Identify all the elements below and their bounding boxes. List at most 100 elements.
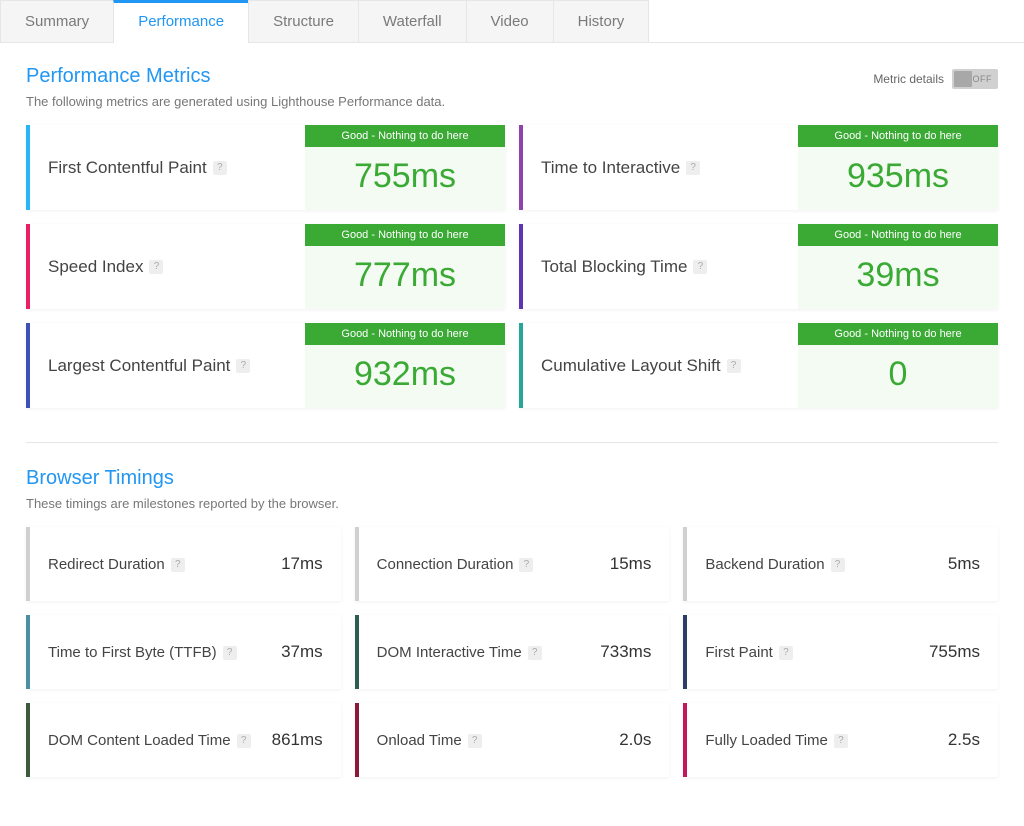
timing-label: DOM Interactive Time? — [377, 644, 591, 661]
toggle-state-text: OFF — [973, 74, 997, 84]
help-icon[interactable]: ? — [468, 734, 482, 748]
metric-card: Cumulative Layout Shift? Good - Nothing t… — [519, 323, 998, 408]
help-icon[interactable]: ? — [727, 359, 741, 373]
metric-status-badge: Good - Nothing to do here — [798, 125, 998, 147]
timing-label: First Paint? — [705, 644, 919, 661]
timing-label: Fully Loaded Time? — [705, 732, 938, 749]
metric-value-box: Good - Nothing to do here935ms — [798, 125, 998, 210]
metric-label-text: First Contentful Paint — [48, 158, 207, 178]
timing-card: Connection Duration?15ms — [355, 527, 670, 601]
metric-value: 39ms — [798, 246, 998, 309]
help-icon[interactable]: ? — [213, 161, 227, 175]
metric-label-text: Cumulative Layout Shift — [541, 356, 721, 376]
timing-card: Fully Loaded Time? 2.5s — [683, 703, 998, 777]
help-icon[interactable]: ? — [686, 161, 700, 175]
timing-label: Connection Duration? — [377, 556, 600, 573]
help-icon[interactable]: ? — [779, 646, 793, 660]
performance-metrics-grid: First Contentful Paint?Good - Nothing to… — [26, 125, 998, 408]
metric-label-text: Time to Interactive — [541, 158, 680, 178]
metric-label: Largest Contentful Paint? — [30, 323, 305, 408]
timing-label-text: First Paint — [705, 644, 773, 661]
timing-label-text: Time to First Byte (TTFB) — [48, 644, 217, 661]
help-icon[interactable]: ? — [149, 260, 163, 274]
help-icon[interactable]: ? — [236, 359, 250, 373]
metric-value: 932ms — [305, 345, 505, 408]
performance-metrics-title: Performance Metrics — [26, 65, 445, 88]
timing-card: Time to First Byte (TTFB)? 37ms — [26, 615, 341, 689]
metric-label-text: Largest Contentful Paint — [48, 356, 230, 376]
timing-label: Time to First Byte (TTFB)? — [48, 644, 271, 661]
timing-value: 2.5s — [948, 730, 980, 750]
metric-value-box: Good - Nothing to do here777ms — [305, 224, 505, 309]
metric-label: Total Blocking Time? — [523, 224, 798, 309]
metric-value-box: Good - Nothing to do here0 — [798, 323, 998, 408]
timing-label-text: Fully Loaded Time — [705, 732, 828, 749]
metric-value-box: Good - Nothing to do here932ms — [305, 323, 505, 408]
tab-history[interactable]: History — [553, 0, 650, 42]
help-icon[interactable]: ? — [237, 734, 251, 748]
timing-value: 17ms — [281, 554, 323, 574]
metric-value-box: Good - Nothing to do here39ms — [798, 224, 998, 309]
timing-value: 861ms — [272, 730, 323, 750]
timing-value: 5ms — [948, 554, 980, 574]
metric-details-toggle-label: Metric details — [873, 72, 944, 86]
timing-label-text: Backend Duration — [705, 556, 824, 573]
metric-label: First Contentful Paint? — [30, 125, 305, 210]
metric-card: Largest Contentful Paint?Good - Nothing … — [26, 323, 505, 408]
timing-label: DOM Content Loaded Time? — [48, 732, 262, 749]
browser-timings-grid: Redirect Duration? 17ms Connection Duratio… — [26, 527, 998, 777]
timing-label-text: Redirect Duration — [48, 556, 165, 573]
tab-waterfall[interactable]: Waterfall — [358, 0, 466, 42]
metric-card: Time to Interactive?Good - Nothing to do… — [519, 125, 998, 210]
timing-value: 2.0s — [619, 730, 651, 750]
timing-value: 733ms — [600, 642, 651, 662]
help-icon[interactable]: ? — [171, 558, 185, 572]
help-icon[interactable]: ? — [834, 734, 848, 748]
help-icon[interactable]: ? — [693, 260, 707, 274]
help-icon[interactable]: ? — [528, 646, 542, 660]
metric-status-badge: Good - Nothing to do here — [798, 224, 998, 246]
metric-value: 0 — [798, 345, 998, 408]
tab-summary[interactable]: Summary — [0, 0, 113, 42]
tab-structure[interactable]: Structure — [248, 0, 358, 42]
tabs-bar: Summary Performance Structure Waterfall … — [0, 0, 1024, 43]
metric-status-badge: Good - Nothing to do here — [305, 125, 505, 147]
metric-label-text: Total Blocking Time — [541, 257, 687, 277]
help-icon[interactable]: ? — [519, 558, 533, 572]
metric-card: Speed Index?Good - Nothing to do here777… — [26, 224, 505, 309]
browser-timings-subtitle: These timings are milestones reported by… — [26, 496, 998, 511]
tab-performance[interactable]: Performance — [113, 0, 248, 42]
help-icon[interactable]: ? — [831, 558, 845, 572]
browser-timings-title: Browser Timings — [26, 467, 998, 490]
metric-value: 935ms — [798, 147, 998, 210]
toggle-knob — [954, 71, 972, 87]
metric-details-toggle-wrap: Metric details OFF — [873, 69, 998, 89]
timing-label: Onload Time? — [377, 732, 610, 749]
help-icon[interactable]: ? — [223, 646, 237, 660]
metric-value-box: Good - Nothing to do here755ms — [305, 125, 505, 210]
timing-label: Redirect Duration? — [48, 556, 271, 573]
metric-card: Total Blocking Time?Good - Nothing to do… — [519, 224, 998, 309]
timing-label-text: DOM Content Loaded Time — [48, 732, 231, 749]
timing-card: DOM Interactive Time? 733ms — [355, 615, 670, 689]
metric-label: Time to Interactive? — [523, 125, 798, 210]
timing-label: Backend Duration? — [705, 556, 938, 573]
timing-value: 37ms — [281, 642, 323, 662]
timing-card: Onload Time? 2.0s — [355, 703, 670, 777]
metric-value: 755ms — [305, 147, 505, 210]
section-divider — [26, 442, 998, 443]
metric-status-badge: Good - Nothing to do here — [305, 224, 505, 246]
timing-label-text: Onload Time — [377, 732, 462, 749]
timing-card: DOM Content Loaded Time? 861ms — [26, 703, 341, 777]
tab-video[interactable]: Video — [466, 0, 553, 42]
metric-status-badge: Good - Nothing to do here — [305, 323, 505, 345]
metric-value: 777ms — [305, 246, 505, 309]
metric-card: First Contentful Paint?Good - Nothing to… — [26, 125, 505, 210]
metric-status-badge: Good - Nothing to do here — [798, 323, 998, 345]
timing-card: First Paint? 755ms — [683, 615, 998, 689]
timing-card: Backend Duration? 5ms — [683, 527, 998, 601]
metric-label: Speed Index? — [30, 224, 305, 309]
timing-value: 755ms — [929, 642, 980, 662]
metric-details-toggle[interactable]: OFF — [952, 69, 998, 89]
timing-card: Redirect Duration? 17ms — [26, 527, 341, 601]
